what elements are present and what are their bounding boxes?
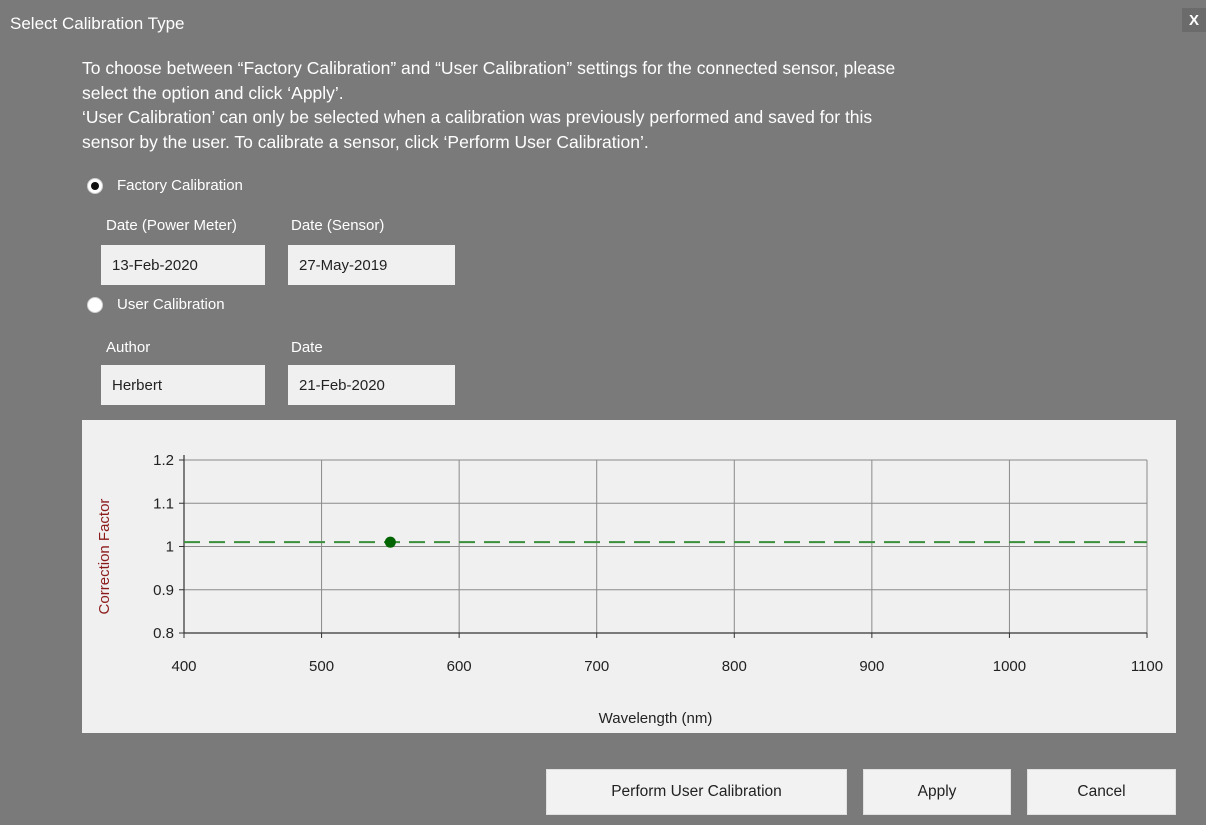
author-label: Author [106,339,151,356]
user-date-label: Date [291,339,323,356]
factory-calibration-radio[interactable]: Factory Calibration [87,177,243,194]
radio-selected-icon [87,177,103,194]
perform-user-calibration-button[interactable]: Perform User Calibration [546,769,847,815]
x-tick-label: 1000 [993,658,1026,675]
calibration-chart: 400 500 600 700 800 900 1000 1100 1.2 1.1 1 0.9 0.8 W… [96,452,1163,727]
radio-unselected-icon [87,296,103,313]
date-power-meter-label: Date (Power Meter) [106,217,237,234]
close-icon[interactable]: X [1182,8,1206,32]
date-sensor-label: Date (Sensor) [291,217,385,234]
instruction-line: sensor by the user. To calibrate a senso… [82,131,649,152]
calibration-dialog: Select Calibration Type X To choose betw… [0,0,1206,825]
calibration-chart-panel: 400 500 600 700 800 900 1000 1100 1.2 1.1 1 0.9 0.8 W… [82,420,1176,733]
instruction-line: select the option and click ‘Apply’. [82,82,344,103]
user-date-field[interactable]: 21-Feb-2020 [288,365,455,405]
author-field[interactable]: Herbert [101,365,265,405]
x-tick-label: 1100 [1131,658,1163,675]
instruction-line: ‘User Calibration’ can only be selected … [82,107,873,127]
x-tick-label: 600 [447,658,472,675]
y-tick-label: 0.9 [153,582,174,599]
x-tick-label: 900 [859,658,884,675]
y-axis-label: Correction Factor [96,499,113,615]
x-tick-label: 500 [309,658,334,675]
user-calibration-label: User Calibration [117,296,225,313]
cancel-button[interactable]: Cancel [1027,769,1176,815]
instructions: To choose between “Factory Calibration” … [82,56,1102,154]
user-calibration-radio[interactable]: User Calibration [87,296,225,313]
factory-calibration-label: Factory Calibration [117,177,243,194]
x-tick-label: 700 [584,658,609,675]
apply-button[interactable]: Apply [863,769,1011,815]
x-axis-label: Wavelength (nm) [599,710,713,727]
y-tick-label: 1 [166,539,174,556]
date-sensor-field[interactable]: 27-May-2019 [288,245,455,285]
x-tick-label: 800 [722,658,747,675]
date-power-meter-field[interactable]: 13-Feb-2020 [101,245,265,285]
y-tick-label: 0.8 [153,625,174,642]
y-tick-label: 1.2 [153,452,174,469]
data-point [384,536,396,548]
x-tick-label: 400 [171,658,196,675]
instruction-line: To choose between “Factory Calibration” … [82,58,896,78]
y-tick-label: 1.1 [153,495,174,512]
dialog-title: Select Calibration Type [10,14,185,33]
